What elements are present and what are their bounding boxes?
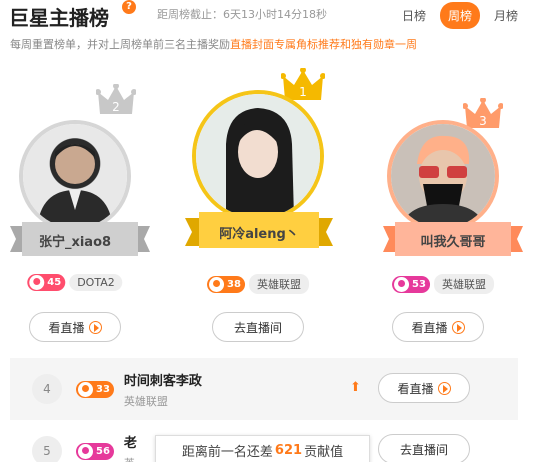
go-live-room-button[interactable]: 去直播间 — [378, 434, 470, 462]
avatar-silhouette — [401, 135, 485, 228]
avatar[interactable] — [192, 90, 324, 222]
rank-number: 5 — [32, 436, 62, 462]
avatar-silhouette — [37, 144, 113, 228]
game-name: 英 — [124, 455, 137, 462]
crown-rank-number: 2 — [112, 100, 120, 114]
streamer-name[interactable]: 时间刺客李政 — [124, 370, 202, 389]
watch-live-button[interactable]: 看直播 — [29, 312, 121, 342]
game-tag[interactable]: 英雄联盟 — [433, 274, 494, 294]
streamer-name[interactable]: 张宁_xiao8 — [17, 222, 133, 258]
streamer-badges: 53 英雄联盟 — [392, 274, 494, 294]
streamer-badges: 45 DOTA2 — [27, 274, 123, 291]
play-icon — [437, 381, 451, 395]
tooltip-unit: 贡献值 — [304, 444, 344, 460]
rules-subtitle: 每周重置榜单，并对上周榜单前三名主播奖励直播封面专属角标推荐和独有勋章一周 — [10, 36, 417, 52]
ranking-page: 巨星主播榜 ? 距周榜截止：6天13小时14分18秒 日榜 周榜 月榜 每周重置… — [0, 0, 544, 462]
tab-monthly[interactable]: 月榜 — [486, 2, 526, 29]
watch-live-button[interactable]: 看直播 — [392, 312, 484, 342]
list-item[interactable]: 4 33 时间刺客李政 英雄联盟 ⬆ 看直播 — [10, 358, 518, 420]
help-icon[interactable]: ? — [122, 0, 136, 14]
streamer-name[interactable]: 老 — [124, 432, 137, 451]
game-tag[interactable]: 英雄联盟 — [248, 274, 309, 294]
level-icon — [78, 443, 93, 459]
rules-highlight: 直播封面专属角标推荐和独有勋章一周 — [230, 38, 417, 51]
avatar-silhouette — [226, 108, 294, 218]
game-tag[interactable]: DOTA2 — [69, 274, 123, 291]
play-icon — [88, 320, 102, 334]
level-icon — [78, 381, 93, 397]
streamer-info: 老 英 — [124, 432, 137, 462]
level-badge: 33 — [76, 380, 114, 398]
watch-live-button[interactable]: 看直播 — [378, 373, 470, 403]
go-live-room-button[interactable]: 去直播间 — [212, 312, 304, 342]
page-title: 巨星主播榜 — [9, 6, 109, 30]
crown-rank-number: 3 — [479, 114, 487, 128]
gap-tooltip: 距离前一名还差 621 贡献值 — [155, 435, 370, 462]
level-badge: 38 — [207, 275, 245, 293]
avatar[interactable] — [19, 120, 131, 232]
avatar[interactable] — [387, 120, 499, 232]
tooltip-gap-value: 621 — [274, 442, 303, 458]
play-icon — [451, 320, 465, 334]
streamer-name[interactable]: 叫我久哥哥 — [395, 222, 511, 258]
rules-text: 每周重置榜单，并对上周榜单前三名主播奖励 — [10, 38, 230, 51]
level-icon — [209, 276, 225, 292]
countdown-text: 距周榜截止：6天13小时14分18秒 — [157, 8, 327, 21]
level-badge: 45 — [27, 274, 66, 291]
crown-rank-number: 1 — [299, 85, 307, 99]
tab-weekly[interactable]: 周榜 — [439, 2, 480, 29]
streamer-badges: 38 英雄联盟 — [207, 274, 309, 294]
crown-silver-icon: 2 — [96, 84, 136, 114]
tooltip-text: 距离前一名还差 — [181, 444, 273, 460]
rank-number: 4 — [32, 374, 62, 404]
level-icon — [394, 276, 410, 292]
streamer-info: 时间刺客李政 英雄联盟 — [124, 370, 202, 409]
level-badge: 56 — [76, 442, 114, 460]
up-arrow-icon: ⬆ — [350, 380, 361, 395]
tab-daily[interactable]: 日榜 — [394, 2, 434, 29]
level-badge: 53 — [392, 275, 430, 293]
period-tabs: 日榜 周榜 月榜 — [394, 2, 526, 29]
streamer-name[interactable]: 阿冷aleng丶 — [199, 214, 319, 250]
level-icon — [29, 275, 45, 290]
game-name: 英雄联盟 — [123, 394, 168, 408]
